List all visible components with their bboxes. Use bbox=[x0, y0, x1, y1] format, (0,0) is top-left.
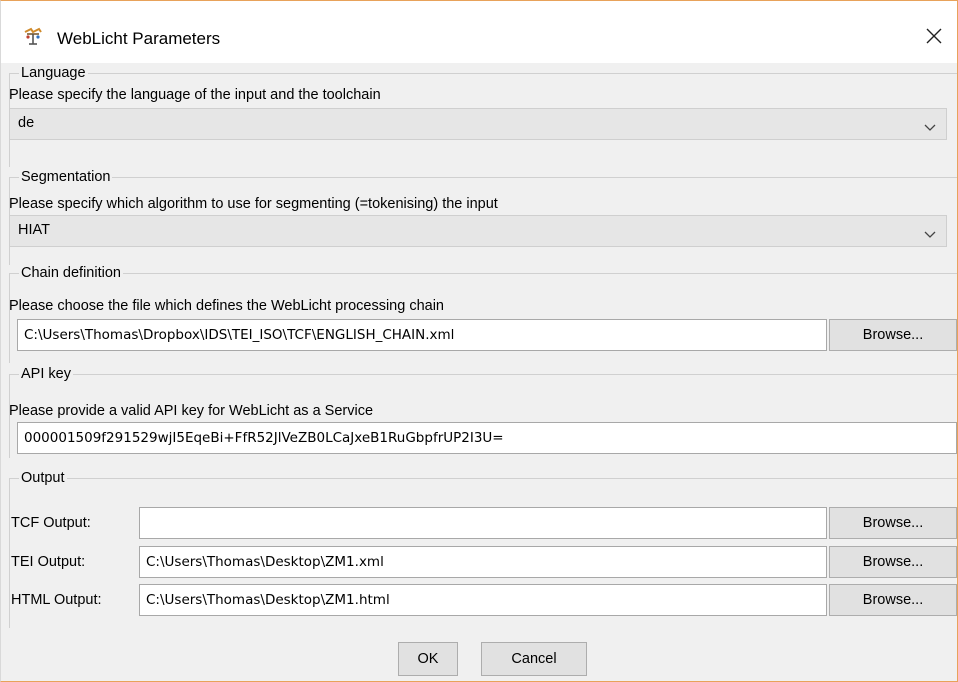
html-output-field[interactable]: C:\Users\Thomas\Desktop\ZM1.html bbox=[139, 584, 827, 616]
language-group-title: Language bbox=[19, 63, 88, 83]
tcf-browse-button[interactable]: Browse... bbox=[829, 507, 957, 539]
close-button[interactable] bbox=[911, 19, 957, 57]
chain-group: Chain definition Please choose the file … bbox=[9, 263, 957, 363]
html-output-label: HTML Output: bbox=[11, 592, 102, 608]
output-group-title: Output bbox=[19, 468, 67, 488]
language-description: Please specify the language of the input… bbox=[9, 87, 381, 103]
group-border bbox=[9, 374, 957, 375]
group-border-left bbox=[9, 478, 10, 628]
close-icon bbox=[925, 27, 943, 49]
ok-button[interactable]: OK bbox=[398, 642, 458, 676]
title-bar: WebLicht Parameters bbox=[1, 1, 957, 63]
window-title: WebLicht Parameters bbox=[57, 29, 221, 48]
tei-output-label: TEI Output: bbox=[11, 554, 86, 570]
api-key-group-title: API key bbox=[19, 364, 73, 384]
language-selected-value: de bbox=[18, 115, 35, 131]
tcf-output-field[interactable] bbox=[139, 507, 827, 539]
segmentation-description: Please specify which algorithm to use fo… bbox=[9, 196, 498, 212]
group-border-left bbox=[9, 273, 10, 363]
html-browse-button[interactable]: Browse... bbox=[829, 584, 957, 616]
group-border bbox=[9, 177, 957, 178]
tei-output-field[interactable]: C:\Users\Thomas\Desktop\ZM1.xml bbox=[139, 546, 827, 578]
tcf-output-label: TCF Output: bbox=[11, 515, 91, 531]
api-key-description: Please provide a valid API key for WebLi… bbox=[9, 403, 374, 419]
group-border bbox=[9, 478, 957, 479]
language-group: Language Please specify the language of … bbox=[9, 63, 957, 167]
chain-description: Please choose the file which defines the… bbox=[9, 298, 444, 314]
language-select[interactable]: de bbox=[9, 108, 947, 140]
api-key-group: API key Please provide a valid API key f… bbox=[9, 364, 957, 458]
cancel-button[interactable]: Cancel bbox=[481, 642, 587, 676]
chevron-down-icon bbox=[924, 119, 936, 131]
dialog-window: WebLicht Parameters Language Please spec… bbox=[0, 0, 958, 682]
group-border bbox=[9, 273, 957, 274]
segmentation-selected-value: HIAT bbox=[18, 222, 50, 238]
api-key-field[interactable]: 000001509f291529wjI5EqeBi+FfR52JlVeZB0LC… bbox=[17, 422, 957, 454]
segmentation-group-title: Segmentation bbox=[19, 167, 113, 187]
chevron-down-icon bbox=[924, 226, 936, 238]
output-group: Output TCF Output: Browse... TEI Output:… bbox=[9, 468, 957, 628]
tei-browse-button[interactable]: Browse... bbox=[829, 546, 957, 578]
chain-group-title: Chain definition bbox=[19, 263, 123, 283]
group-border bbox=[9, 73, 957, 74]
dialog-content: Language Please specify the language of … bbox=[1, 63, 957, 681]
weblicht-app-icon bbox=[23, 26, 43, 46]
chain-path-field[interactable]: C:\Users\Thomas\Dropbox\IDS\TEI_ISO\TCF\… bbox=[17, 319, 827, 351]
segmentation-select[interactable]: HIAT bbox=[9, 215, 947, 247]
chain-browse-button[interactable]: Browse... bbox=[829, 319, 957, 351]
segmentation-group: Segmentation Please specify which algori… bbox=[9, 167, 957, 265]
